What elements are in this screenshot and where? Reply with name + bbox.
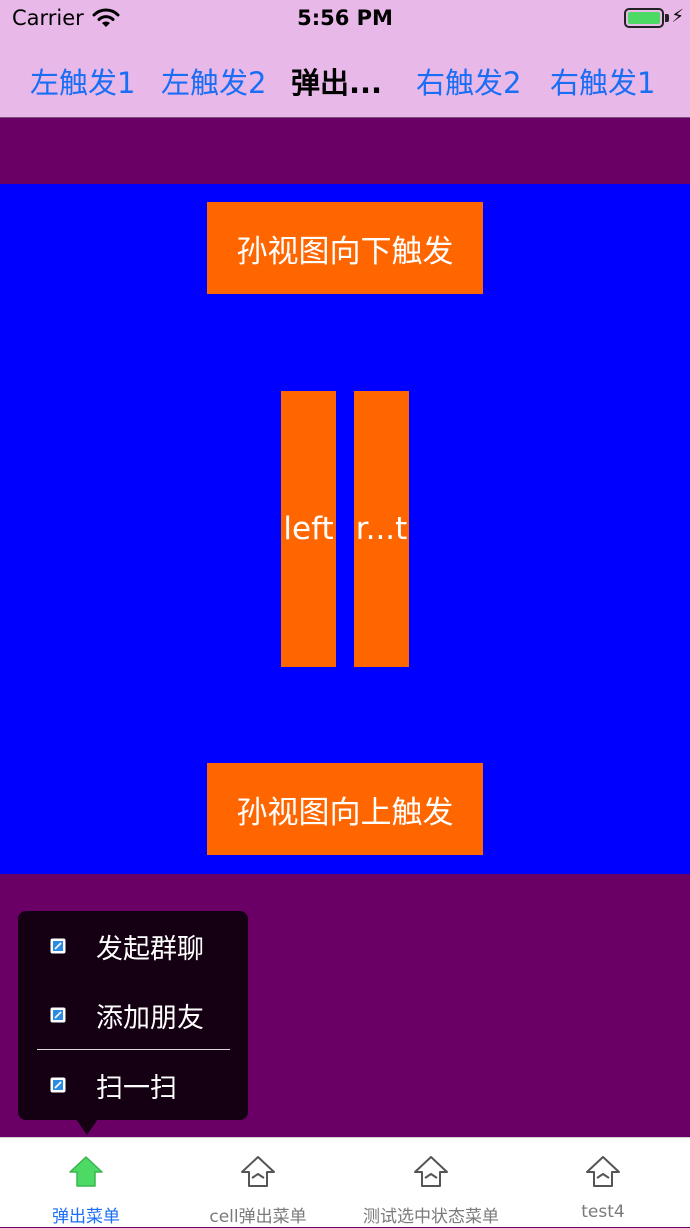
tab-label: 测试选中状态菜单 (363, 1207, 499, 1227)
grandchild-trigger-up-button[interactable]: 孙视图向上触发 (207, 763, 483, 855)
popup-arrow (76, 1119, 98, 1135)
home-icon (241, 1156, 275, 1187)
edit-icon (50, 1077, 66, 1093)
edit-icon (50, 1007, 66, 1023)
nav-right-trigger-1[interactable]: 右触发1 (550, 60, 655, 102)
battery-cap (665, 14, 669, 22)
nav-title[interactable]: 弹出... (291, 60, 382, 102)
grandchild-trigger-down-button[interactable]: 孙视图向下触发 (207, 202, 483, 294)
navigation-bar: 左触发1 左触发2 弹出... 右触发2 右触发1 (0, 40, 690, 118)
home-icon (586, 1156, 620, 1187)
right-trigger-button[interactable]: r...t (354, 391, 409, 667)
tab-label: cell弹出菜单 (209, 1207, 307, 1227)
home-icon (69, 1156, 103, 1187)
menu-item-group-chat[interactable]: 发起群聊 (18, 911, 248, 981)
menu-item-label: 发起群聊 (96, 933, 204, 965)
status-bar: Carrier 5:56 PM ⚡︎ (0, 0, 690, 40)
top-bar: Carrier 5:56 PM ⚡︎ 左触发1 左触发2 弹出... 右触发2 … (0, 0, 690, 118)
tab-bar: 弹出菜单 cell弹出菜单 测试选中状态菜单 test4 (0, 1137, 690, 1227)
status-time: 5:56 PM (297, 6, 393, 30)
popup-menu: 发起群聊 添加朋友 扫一扫 (18, 911, 248, 1120)
menu-item-label: 添加朋友 (96, 1002, 204, 1034)
tab-cell-popup-menu[interactable]: cell弹出菜单 (172, 1138, 344, 1228)
home-icon (414, 1156, 448, 1187)
nav-divider (0, 117, 690, 118)
lightning-icon: ⚡︎ (671, 6, 684, 27)
menu-item-label: 扫一扫 (96, 1072, 177, 1104)
nav-left-trigger-1[interactable]: 左触发1 (30, 60, 135, 102)
left-trigger-button[interactable]: left (281, 391, 336, 667)
nav-left-trigger-2[interactable]: 左触发2 (161, 60, 266, 102)
tab-label: test4 (581, 1202, 625, 1222)
tab-test4[interactable]: test4 (517, 1138, 689, 1228)
tab-label: 弹出菜单 (52, 1207, 120, 1227)
battery-icon (624, 8, 664, 28)
nav-right-trigger-2[interactable]: 右触发2 (416, 60, 521, 102)
tab-popup-menu[interactable]: 弹出菜单 (0, 1138, 172, 1228)
menu-item-add-friend[interactable]: 添加朋友 (18, 980, 248, 1050)
tab-selected-state-menu[interactable]: 测试选中状态菜单 (345, 1138, 517, 1228)
edit-icon (50, 938, 66, 954)
content-area: 孙视图向下触发 left r...t 孙视图向上触发 (0, 184, 690, 874)
menu-item-scan[interactable]: 扫一扫 (18, 1050, 248, 1120)
